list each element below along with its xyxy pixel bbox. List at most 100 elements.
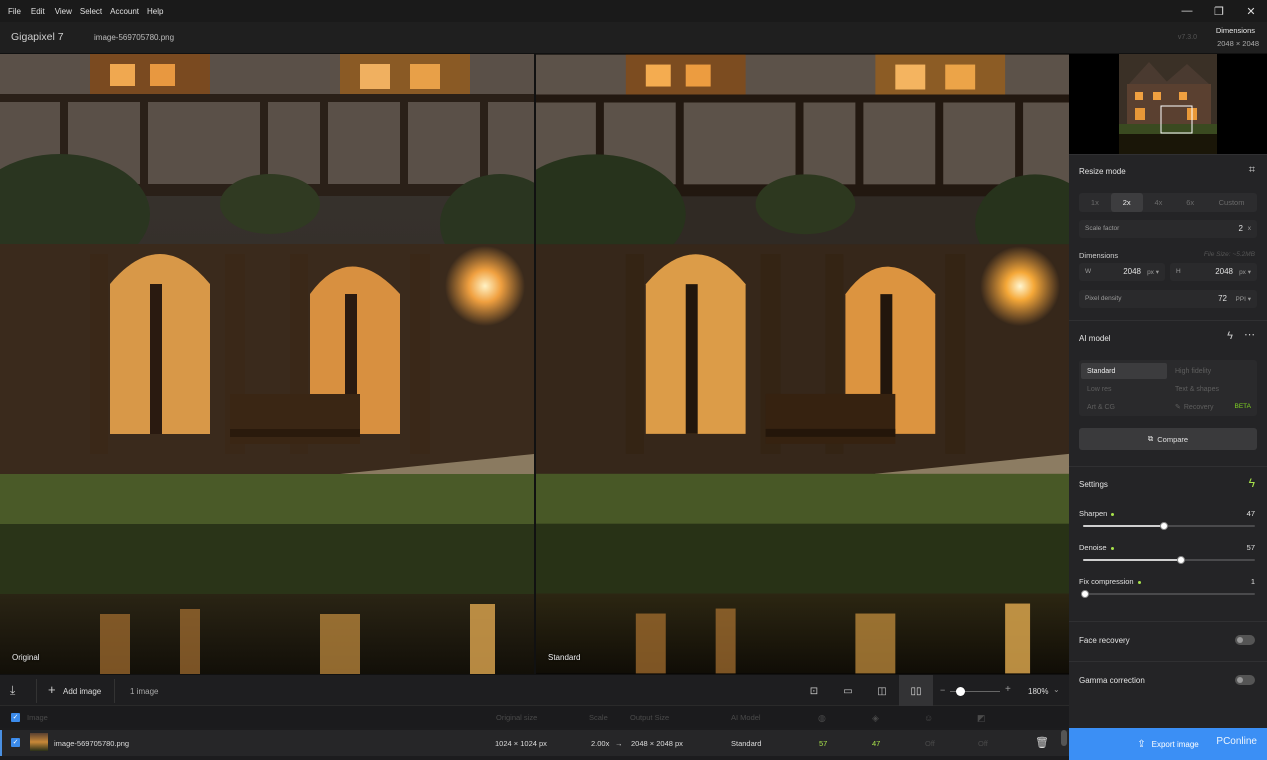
enhanced-label: Standard [548, 653, 581, 662]
sharpen-value: 47 [1246, 509, 1255, 518]
face-recovery-toggle[interactable] [1235, 635, 1255, 645]
dimensions-section-label: Dimensions [1079, 251, 1119, 260]
gamma-header-icon: ◩ [977, 713, 986, 723]
scale-4x[interactable]: 4x [1143, 193, 1175, 212]
table-row[interactable]: ✓ image-569705780.png 1024 × 1024 px 2.0… [0, 730, 1069, 756]
select-all-checkbox[interactable]: ✓ [11, 713, 20, 722]
width-value: 2048 [1123, 267, 1141, 276]
zoom-slider[interactable] [950, 687, 1000, 696]
title-bar: Gigapixel 7 image-569705780.png v7.3.0 D… [0, 22, 1267, 54]
header-output-size[interactable]: Output Size [630, 713, 669, 722]
menu-help[interactable]: Help [147, 7, 163, 16]
toolbar-separator [114, 679, 115, 703]
zoom-out-icon[interactable]: − [940, 685, 945, 695]
menu-select[interactable]: Select [80, 7, 102, 16]
lightning-icon[interactable]: ϟ [1227, 330, 1233, 342]
restore-button[interactable]: ❐ [1203, 0, 1235, 22]
width-label: W [1085, 268, 1092, 275]
scale-1x[interactable]: 1x [1079, 193, 1111, 212]
recovery-icon: ✎ [1175, 404, 1181, 411]
header-scale[interactable]: Scale [589, 713, 608, 722]
zoom-handle[interactable] [956, 687, 965, 696]
compare-button[interactable]: ⧉ Compare [1079, 428, 1257, 450]
sharpen-slider[interactable] [1083, 522, 1255, 530]
collapse-icon[interactable]: ⤓ [10, 683, 15, 698]
preview-area[interactable]: Original Standard [0, 54, 1069, 674]
single-view-button[interactable]: ▭ [831, 675, 865, 707]
pixel-density-field[interactable]: Pixel density 72 PPI ▾ [1079, 290, 1257, 308]
zoom-level[interactable]: 180% [1028, 687, 1048, 696]
menu-bar: File Edit View Select Account Help — ❐ ✕ [0, 0, 1267, 22]
zoom-in-icon[interactable]: + [1005, 684, 1011, 695]
image-count: 1 image [130, 687, 159, 696]
close-button[interactable]: ✕ [1235, 0, 1267, 22]
row-checkbox[interactable]: ✓ [11, 738, 20, 747]
model-standard[interactable]: Standard [1081, 363, 1167, 379]
original-image [0, 54, 534, 674]
fix-compression-slider[interactable] [1080, 590, 1255, 598]
resize-mode-title: Resize mode [1079, 167, 1126, 176]
version-label: v7.3.0 [1177, 34, 1197, 41]
table-scrollbar[interactable] [1061, 730, 1067, 746]
header-ai-model[interactable]: AI Model [731, 713, 761, 722]
row-model: Standard [731, 739, 762, 748]
scale-custom[interactable]: Custom [1206, 193, 1257, 212]
side-by-side-icon: ▯▯ [910, 685, 922, 697]
face-recovery-section: Face recovery [1069, 621, 1267, 661]
height-field[interactable]: H 2048 px ▾ [1170, 263, 1257, 281]
dimensions-label: Dimensions [1215, 26, 1255, 35]
split-view-button[interactable]: ◫ [865, 675, 899, 707]
width-field[interactable]: W 2048 px ▾ [1079, 263, 1165, 281]
file-name: image-569705780.png [94, 33, 175, 42]
gamma-toggle[interactable] [1235, 675, 1255, 685]
model-high-fidelity[interactable]: High fidelity [1169, 363, 1255, 379]
fix-compression-handle[interactable] [1080, 590, 1089, 598]
more-icon[interactable]: ⋯ [1244, 328, 1255, 341]
denoise-handle[interactable] [1177, 556, 1186, 564]
denoise-slider[interactable] [1083, 556, 1255, 564]
compare-icon: ⧉ [1147, 434, 1154, 443]
menu-file[interactable]: File [8, 7, 21, 16]
row-gamma: Off [978, 739, 988, 748]
enhanced-image [536, 54, 1069, 674]
header-image[interactable]: Image [27, 713, 48, 722]
export-label: Export image [1151, 739, 1199, 749]
scale-factor-label: Scale factor [1085, 225, 1120, 232]
menu-view[interactable]: View [55, 7, 72, 16]
navigator-thumbnail[interactable] [1069, 54, 1267, 154]
scale-factor-value: 2 [1238, 224, 1243, 233]
original-preview[interactable]: Original [0, 54, 534, 674]
chevron-down-icon[interactable]: ⌄ [1053, 685, 1060, 694]
add-icon[interactable]: + [48, 682, 56, 697]
sharpen-handle[interactable] [1159, 522, 1168, 530]
scale-6x[interactable]: 6x [1174, 193, 1206, 212]
scale-2x[interactable]: 2x [1110, 193, 1143, 212]
split-view-icon: ◫ [877, 685, 887, 697]
trash-icon[interactable]: 🗑 [1035, 736, 1049, 749]
model-art-cg[interactable]: Art & CG [1081, 399, 1167, 415]
app-title: Gigapixel 7 [11, 31, 64, 43]
scale-factor-unit: x [1247, 225, 1251, 232]
auto-settings-icon[interactable]: ϟ [1249, 476, 1255, 490]
menu-account[interactable]: Account [110, 7, 139, 16]
model-text-shapes[interactable]: Text & shapes [1169, 381, 1255, 397]
ai-model-title: AI model [1079, 334, 1111, 343]
sharpen-label: Sharpen [1079, 509, 1115, 518]
scale-selector: 1x 2x 4x 6x Custom [1079, 193, 1257, 212]
add-image-button[interactable]: Add image [63, 687, 101, 696]
menu-edit[interactable]: Edit [31, 7, 45, 16]
focus-view-button[interactable]: ⊡ [797, 675, 831, 707]
width-unit: px ▾ [1147, 269, 1159, 276]
denoise-value: 57 [1246, 543, 1255, 552]
side-by-side-button[interactable]: ▯▯ [899, 675, 933, 707]
scale-factor-field[interactable]: Scale factor 2 x [1079, 220, 1257, 238]
crop-icon[interactable]: ⌗ [1249, 164, 1255, 177]
enhanced-preview[interactable]: Standard [536, 54, 1069, 674]
row-original-size: 1024 × 1024 px [495, 739, 547, 748]
header-original-size[interactable]: Original size [496, 713, 537, 722]
model-low-res[interactable]: Low res [1081, 381, 1167, 397]
watermark: PConline [1216, 736, 1257, 747]
minimize-button[interactable]: — [1171, 0, 1203, 22]
file-size-label: File Size: ~5.2MB [1203, 251, 1255, 258]
gamma-label: Gamma correction [1079, 676, 1145, 685]
